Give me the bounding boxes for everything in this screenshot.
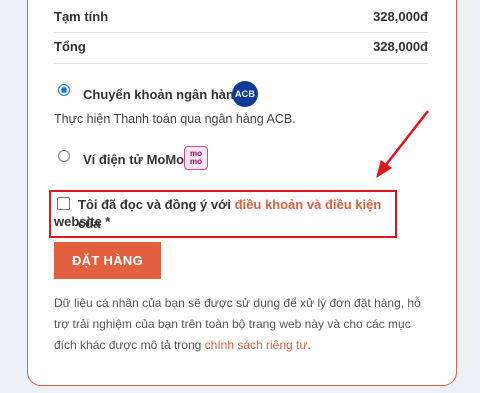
annotation-arrow-icon bbox=[376, 110, 429, 178]
